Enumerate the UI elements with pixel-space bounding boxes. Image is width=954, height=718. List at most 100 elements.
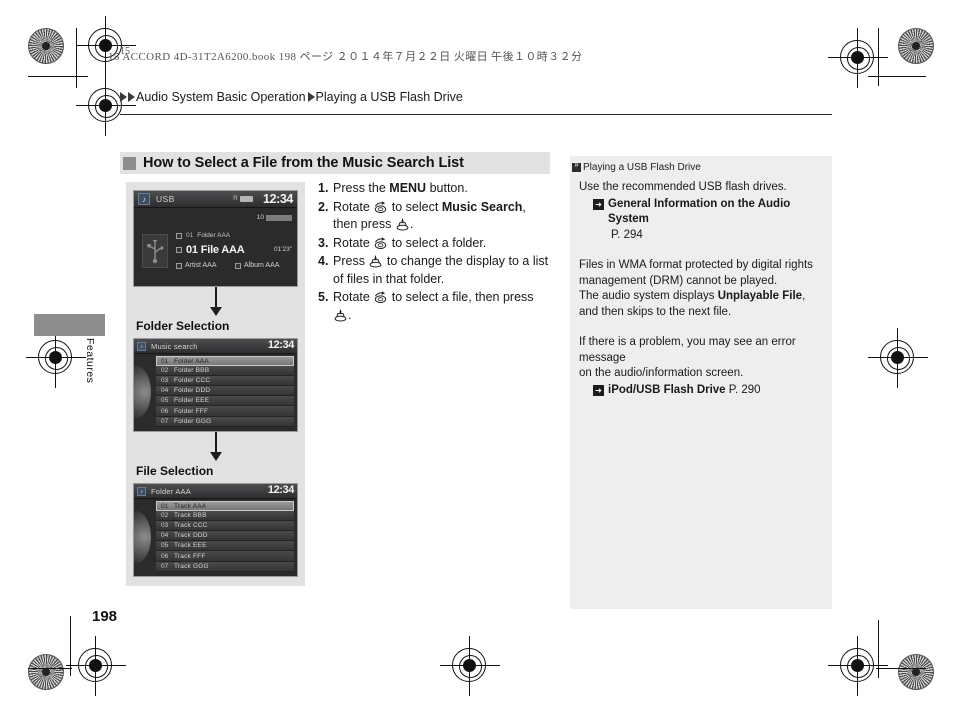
step-1-post: button. (426, 181, 468, 195)
breadcrumb: Audio System Basic Operation Playing a U… (120, 90, 463, 104)
registration-cross-bottom-left (66, 636, 126, 696)
list-item[interactable]: 06 Folder FFF (156, 406, 294, 417)
usb-icon (142, 234, 168, 268)
step-2: 2. Rotate to select Music Search, then p… (318, 199, 550, 234)
breadcrumb-segment-1: Audio System Basic Operation (136, 90, 306, 104)
now-playing-folder-row: 01 Folder AAA (176, 232, 230, 239)
sidebar-paragraph-2-line2: management (DRM) cannot be played. (579, 274, 778, 287)
list-item-number: 06 (161, 552, 169, 560)
step-3-post: to select a folder. (388, 235, 487, 250)
flow-arrow-2-shaft (215, 432, 217, 454)
crop-line-top-left-h (28, 76, 88, 77)
sidebar-reference-1-text: General Information on the Audio System (608, 197, 822, 228)
section-heading: How to Select a File from the Music Sear… (120, 152, 550, 174)
step-3-pre: Rotate (333, 235, 374, 250)
list-item[interactable]: 05 Folder EEE (156, 396, 294, 407)
album-name: Album AAA (244, 262, 280, 269)
list-item[interactable]: 02 Folder BBB (156, 366, 294, 377)
registration-rosette-bottom-left (28, 654, 64, 690)
list-item[interactable]: 06 Track FFF (156, 551, 294, 562)
list-item-label: Track AAA (174, 502, 207, 510)
flow-arrow-2 (133, 432, 298, 464)
list-item[interactable]: 04 Folder DDD (156, 386, 294, 397)
list-item[interactable]: 02 Track BBB (156, 511, 294, 522)
step-2-number: 2. (318, 199, 329, 214)
figure-caption-folder-selection: Folder Selection (136, 319, 230, 333)
step-5-mid: to select a file, then press (388, 290, 534, 304)
scroll-knob-icon (134, 511, 151, 563)
sidebar-reference-2[interactable]: iPod/USB Flash Drive P. 290 (593, 383, 822, 399)
file-selection-screen: ♪ Folder AAA 12:34 01 Track AAA 02 Track… (133, 483, 298, 577)
registration-cross-bottom-right (828, 636, 888, 696)
crop-line-bottom-left-v (70, 616, 71, 676)
list-item-number: 06 (161, 407, 169, 415)
list-item-label: Track GGG (174, 562, 209, 570)
step-5-number: 5. (318, 290, 329, 304)
breadcrumb-arrow-icon-1 (120, 92, 127, 102)
step-2-text: Rotate to select Music Search, then pres… (333, 199, 550, 234)
list-item[interactable]: 05 Track EEE (156, 541, 294, 552)
instruction-steps: 1. Press the MENU button. 2. Rotate to s… (318, 180, 550, 325)
step-4-text: Press to change the display to a list of… (333, 253, 550, 288)
sidebar-body: Use the recommended USB flash drives. Ge… (570, 173, 832, 398)
folder-selection-title: Music search (151, 341, 198, 351)
sidebar-paragraph-3-pre: The audio system displays (579, 290, 718, 302)
clock-display: 12:34 (267, 484, 295, 496)
list-item-number: 04 (161, 387, 169, 395)
heading-square-bullet-icon (123, 156, 136, 170)
step-1-text: Press the MENU button. (333, 180, 550, 198)
list-item[interactable]: 01 Track AAA (156, 501, 294, 512)
step-5-pre: Rotate (333, 290, 374, 304)
volume-bar-icon (266, 214, 292, 221)
signal-pill-icon (240, 195, 253, 202)
registration-cross-top-right (828, 28, 888, 88)
clock-display: 12:34 (263, 192, 293, 206)
list-item-number: 03 (161, 377, 169, 385)
file-icon (176, 247, 182, 253)
step-2-pre: Rotate (333, 199, 374, 214)
step-5: 5. Rotate to select a file, then press . (318, 289, 550, 324)
sidebar-header-label: Playing a USB Flash Drive (583, 162, 701, 173)
artist-cell: Artist AAA (176, 262, 235, 269)
page-number: 198 (92, 608, 118, 625)
folder-selection-screen: ♪ Music search 12:34 01 Folder AAA 02 Fo… (133, 338, 298, 432)
breadcrumb-arrow-icon-3 (307, 92, 315, 102)
music-note-icon: ♪ (138, 193, 150, 205)
step-2-tail: . (409, 217, 414, 231)
flow-arrow-1 (133, 287, 298, 319)
step-3-text: Rotate to select a folder. (333, 235, 550, 253)
clock-display: 12:34 (267, 339, 295, 351)
list-item-number: 01 (161, 357, 169, 365)
list-item[interactable]: 07 Track GGG (156, 561, 294, 572)
artist-name: Artist AAA (185, 262, 217, 269)
list-item-label: Track DDD (174, 532, 208, 540)
side-tab-marker (34, 314, 105, 336)
list-item[interactable]: 01 Folder AAA (156, 356, 294, 367)
list-item-number: 04 (161, 532, 169, 540)
list-item-label: Folder GGG (174, 417, 212, 425)
flow-arrow-1-head-icon (210, 307, 222, 316)
registration-cross-bottom-center (440, 636, 500, 696)
scroll-knob-icon (134, 366, 151, 418)
sidebar-paragraph-3-bold: Unplayable File (717, 290, 803, 302)
sidebar-paragraph-4-line1: If there is a problem, you may see an er… (579, 336, 796, 364)
list-item-label: Folder DDD (174, 387, 211, 395)
list-item[interactable]: 03 Track CCC (156, 521, 294, 532)
list-item[interactable]: 07 Folder GGG (156, 416, 294, 427)
list-item[interactable]: 04 Track DDD (156, 531, 294, 542)
file-name: 01 File AAA (186, 244, 245, 256)
registration-rosette-top-right (898, 28, 934, 64)
print-slug-line: 15 ACCORD 4D-31T2A6200.book 198 ページ ２０１４… (108, 51, 583, 63)
list-item-number: 07 (161, 417, 169, 425)
list-item-label: Track EEE (174, 542, 207, 550)
list-item-number: 03 (161, 522, 169, 530)
list-item-label: Folder BBB (174, 367, 210, 375)
volume-value: 10 (256, 214, 264, 221)
list-item[interactable]: 03 Folder CCC (156, 376, 294, 387)
rotate-knob-icon (373, 291, 388, 304)
step-1-pre: Press the (333, 181, 390, 195)
sidebar-paragraph-4-line2: on the audio/information screen. (579, 367, 744, 379)
sidebar-reference-1[interactable]: General Information on the Audio System (593, 197, 822, 228)
registration-cross-top-left-inner (76, 76, 136, 136)
